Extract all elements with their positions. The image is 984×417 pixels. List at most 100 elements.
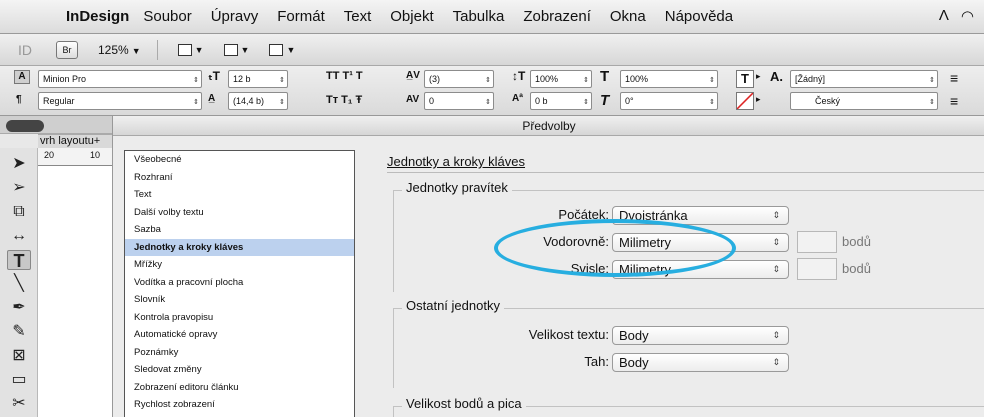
line-tool-icon[interactable]: ╲ bbox=[7, 274, 31, 294]
stroke-none-icon[interactable] bbox=[736, 92, 754, 110]
gap-tool-icon[interactable]: ↔ bbox=[7, 226, 31, 246]
nav-item[interactable]: Automatické opravy bbox=[125, 326, 354, 344]
menu-okna[interactable]: Okna bbox=[610, 8, 646, 25]
font-style-value: Regular bbox=[43, 96, 75, 106]
zoom-select[interactable]: 125% ▼ bbox=[98, 43, 141, 57]
font-size-field[interactable]: 12 b ⇕ bbox=[228, 70, 288, 88]
skew-value: 0° bbox=[625, 96, 634, 106]
chevron-updown-icon: ⇕ bbox=[279, 77, 285, 84]
paragraph-mode-icon[interactable]: ¶ bbox=[16, 94, 22, 105]
text-fill-icon[interactable]: T bbox=[736, 70, 754, 88]
stroke-value: Body bbox=[619, 355, 649, 370]
nav-item-selected[interactable]: Jednotky a kroky kláves bbox=[125, 238, 354, 256]
chevron-right-icon[interactable]: ▸ bbox=[756, 71, 761, 82]
rectangle-frame-tool-icon[interactable]: ⊠ bbox=[7, 346, 31, 366]
nav-item[interactable]: Další volby textu bbox=[125, 204, 354, 222]
nav-item[interactable]: Zobrazení editoru článku bbox=[125, 379, 354, 397]
type-tool-icon[interactable]: T bbox=[7, 250, 31, 271]
nav-item[interactable]: Vodítka a pracovní plocha bbox=[125, 274, 354, 292]
align-justify-icon[interactable]: ≡ bbox=[950, 93, 958, 109]
nav-item[interactable]: Poznámky bbox=[125, 344, 354, 362]
pen-tool-icon[interactable]: ✒ bbox=[7, 298, 31, 318]
font-style-field[interactable]: Regular ⇕ bbox=[38, 92, 202, 110]
pencil-tool-icon[interactable]: ✎ bbox=[7, 322, 31, 342]
selection-tool-icon[interactable]: ➤ bbox=[7, 154, 31, 174]
direct-selection-tool-icon[interactable]: ➢ bbox=[7, 178, 31, 198]
nav-item[interactable]: Kontrola pravopisu bbox=[125, 309, 354, 327]
menu-format[interactable]: Formát bbox=[277, 8, 325, 25]
nav-item[interactable]: Text bbox=[125, 186, 354, 204]
tools-panel: ➤ ➢ ⧉ ↔ T ╲ ✒ ✎ ⊠ ▭ ✂ bbox=[0, 148, 38, 417]
language-value: Český bbox=[815, 96, 841, 106]
ruler-units-title: Jednotky pravítek bbox=[402, 180, 512, 195]
chevron-updown-icon: ⇕ bbox=[193, 99, 199, 106]
character-style-field[interactable]: [Žádný] ⇕ bbox=[790, 70, 938, 88]
character-style-value: [Žádný] bbox=[795, 74, 826, 84]
panel-collapse-button[interactable] bbox=[6, 120, 44, 132]
menu-tabulka[interactable]: Tabulka bbox=[453, 8, 505, 25]
page-tool-icon[interactable]: ⧉ bbox=[7, 202, 31, 222]
scissors-tool-icon[interactable]: ✂ bbox=[7, 394, 31, 414]
chevron-down-icon[interactable]: ▼ bbox=[195, 45, 204, 55]
align-left-icon[interactable]: ≡ bbox=[950, 70, 958, 86]
vertical-points-unit: bodů bbox=[842, 261, 871, 276]
chevron-right-icon[interactable]: ▸ bbox=[756, 94, 761, 105]
font-family-field[interactable]: Minion Pro ⇕ bbox=[38, 70, 202, 88]
baseline-shift-icon: Aª bbox=[512, 93, 523, 104]
vertical-scale-value: 100% bbox=[535, 74, 559, 84]
adobe-icon[interactable]: Λ bbox=[939, 7, 949, 25]
horizontal-scale-value: 100% bbox=[625, 74, 649, 84]
chevron-down-icon[interactable]: ▼ bbox=[241, 45, 250, 55]
baseline-shift-value: 0 b bbox=[535, 96, 548, 106]
horizontal-scale-field[interactable]: 100% ⇕ bbox=[620, 70, 718, 88]
leading-field[interactable]: (14,4 b) ⇕ bbox=[228, 92, 288, 110]
nav-item[interactable]: Rychlost zobrazení bbox=[125, 396, 354, 414]
chevron-updown-icon: ⇕ bbox=[772, 264, 780, 274]
view-options-icon[interactable] bbox=[177, 43, 192, 56]
chevron-down-icon[interactable]: ▼ bbox=[286, 45, 295, 55]
skew-field[interactable]: 0° ⇕ bbox=[620, 92, 718, 110]
chevron-updown-icon: ⇕ bbox=[772, 237, 780, 247]
rectangle-tool-icon[interactable]: ▭ bbox=[7, 370, 31, 390]
character-mode-icon[interactable]: A bbox=[14, 70, 30, 84]
horizontal-points-field[interactable] bbox=[797, 231, 837, 253]
kerning-value: (3) bbox=[429, 74, 440, 84]
nav-item[interactable]: Slovník bbox=[125, 291, 354, 309]
stroke-label: Tah: bbox=[584, 354, 609, 369]
tracking-field[interactable]: 0 ⇕ bbox=[424, 92, 494, 110]
vertical-scale-field[interactable]: 100% ⇕ bbox=[530, 70, 592, 88]
text-size-select[interactable]: Body ⇕ bbox=[612, 326, 789, 345]
nav-item[interactable]: Rozhraní bbox=[125, 169, 354, 187]
vertical-points-field[interactable] bbox=[797, 258, 837, 280]
all-caps-icon[interactable]: TT T¹ T bbox=[326, 70, 363, 82]
nav-item[interactable]: Sazba bbox=[125, 221, 354, 239]
control-panel: A ¶ Minion Pro ⇕ Regular ⇕ ₜT 12 b ⇕ A̲ (14… bbox=[0, 66, 984, 116]
arrange-documents-icon[interactable] bbox=[269, 43, 284, 56]
document-canvas[interactable] bbox=[38, 166, 112, 417]
menu-zobrazeni[interactable]: Zobrazení bbox=[523, 8, 591, 25]
menu-napoveda[interactable]: Nápověda bbox=[665, 8, 733, 25]
menu-text[interactable]: Text bbox=[344, 8, 372, 25]
chevron-updown-icon: ⇕ bbox=[772, 330, 780, 340]
nav-item[interactable]: Všeobecné bbox=[125, 151, 354, 169]
small-caps-icon[interactable]: Tт T₁ Ŧ bbox=[326, 94, 362, 106]
bridge-button[interactable]: Br bbox=[56, 40, 78, 59]
menu-objekt[interactable]: Objekt bbox=[390, 8, 433, 25]
baseline-shift-field[interactable]: 0 b ⇕ bbox=[530, 92, 592, 110]
zoom-value: 125% bbox=[98, 42, 129, 57]
nav-item[interactable]: Sledovat změny bbox=[125, 361, 354, 379]
nav-item[interactable]: Mřížky bbox=[125, 256, 354, 274]
chevron-updown-icon: ⇕ bbox=[709, 77, 715, 84]
chevron-updown-icon: ⇕ bbox=[485, 77, 491, 84]
stroke-select[interactable]: Body ⇕ bbox=[612, 353, 789, 372]
menu-upravy[interactable]: Úpravy bbox=[211, 8, 259, 25]
kerning-field[interactable]: (3) ⇕ bbox=[424, 70, 494, 88]
document-tab[interactable]: vrh layoutu+ bbox=[38, 134, 112, 148]
language-field[interactable]: Český ⇕ bbox=[790, 92, 938, 110]
menu-soubor[interactable]: Soubor bbox=[143, 8, 191, 25]
wifi-icon[interactable]: ◠ bbox=[961, 7, 974, 25]
chevron-updown-icon: ⇕ bbox=[485, 99, 491, 106]
chevron-updown-icon: ⇕ bbox=[929, 77, 935, 84]
screen-mode-icon[interactable] bbox=[223, 43, 238, 56]
app-menu[interactable]: InDesign bbox=[66, 8, 129, 25]
